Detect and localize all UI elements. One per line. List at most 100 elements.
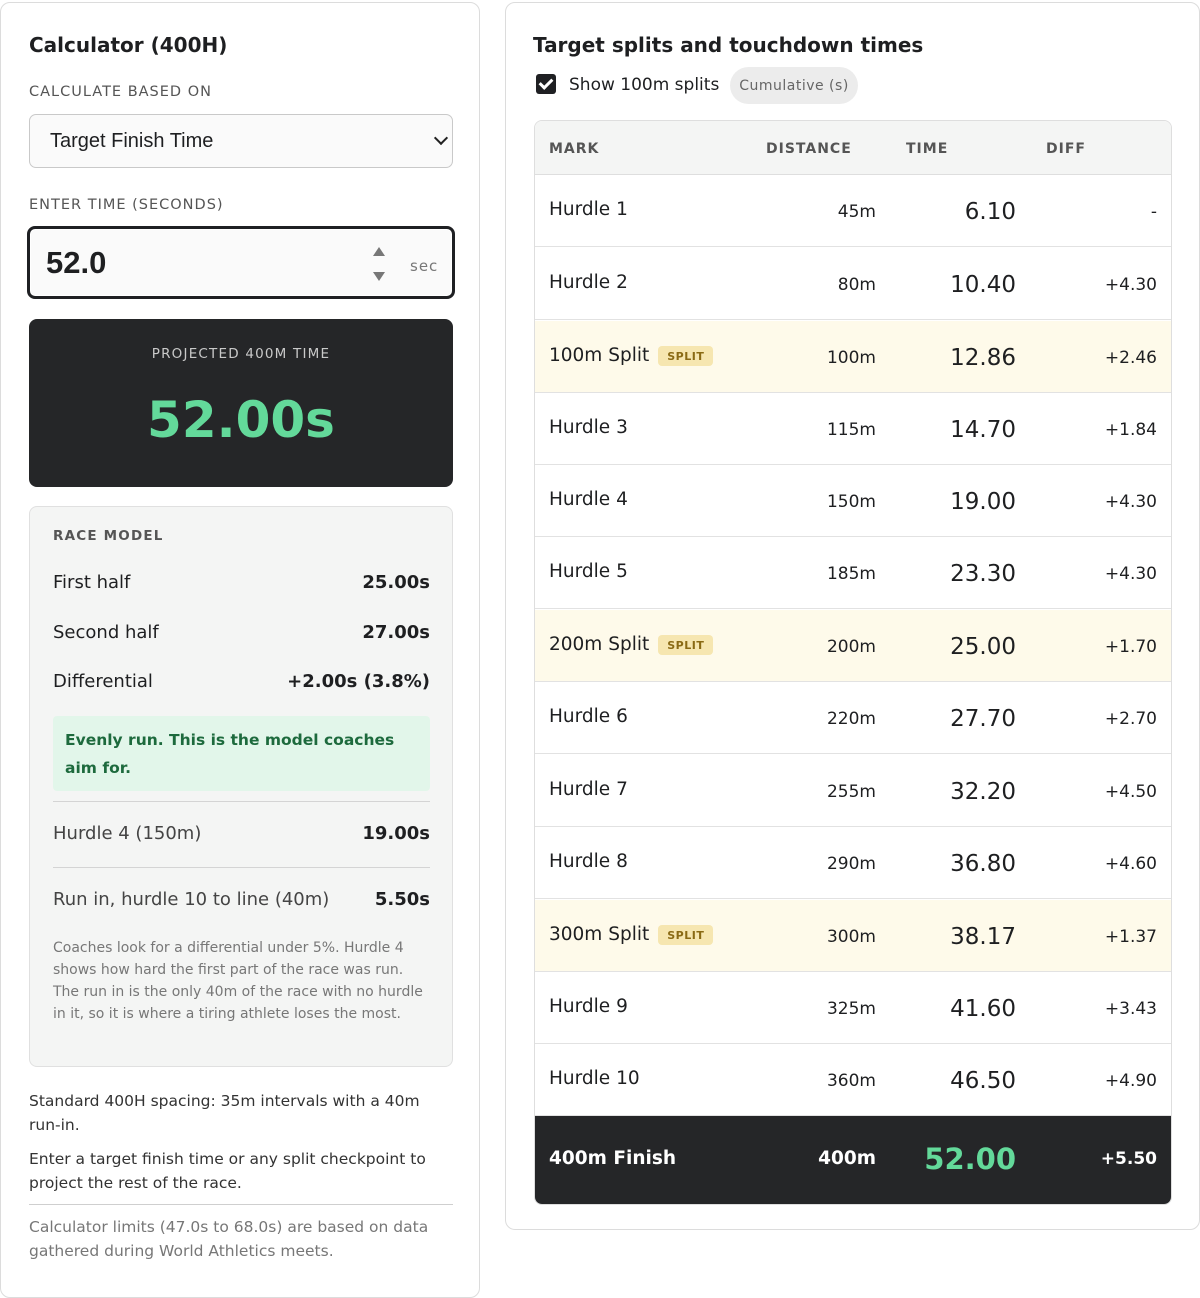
table-row: Hurdle 8 290m 36.80 +4.60 [535, 827, 1171, 899]
calculator-panel: Calculator (400H) CALCULATE BASED ON Tar… [0, 2, 480, 1298]
first-half-label: First half [53, 572, 131, 593]
row-distance: 300m [826, 927, 876, 947]
row-diff: +3.43 [1104, 999, 1157, 1019]
row-mark: Hurdle 10 [549, 1068, 640, 1089]
row-mark: Hurdle 1 [549, 199, 628, 220]
row-distance: 360m [826, 1071, 876, 1091]
runin-value: 5.50s [374, 889, 430, 910]
row-mark-label: Hurdle 9 [549, 996, 628, 1017]
row-mark-label: Hurdle 8 [549, 851, 628, 872]
table-row: Hurdle 10 360m 46.50 +4.90 [535, 1044, 1171, 1116]
row-time: 46.50 [950, 1068, 1016, 1094]
chevron-down-icon [433, 130, 449, 146]
table-row: Hurdle 1 45m 6.10 - [535, 175, 1171, 247]
time-input[interactable]: 52.0 sec [27, 226, 455, 299]
runin-row: Run in, hurdle 10 to line (40m) 5.50s [53, 889, 430, 910]
row-mark: 100m Split SPLIT [549, 345, 714, 366]
projected-value: 52.00s [147, 391, 335, 449]
based-on-value: Target Finish Time [50, 129, 214, 152]
row-distance: 220m [826, 709, 876, 729]
row-distance: 325m [826, 999, 876, 1019]
finish-diff: +5.50 [1100, 1149, 1157, 1169]
row-mark: Hurdle 6 [549, 706, 628, 727]
row-diff: +4.50 [1104, 782, 1157, 802]
time-label: ENTER TIME (SECONDS) [29, 197, 224, 213]
stepper-down-icon[interactable] [373, 272, 385, 281]
first-half-value: 25.00s [362, 572, 430, 593]
second-half-value: 27.00s [362, 622, 430, 643]
limits-note: Calculator limits (47.0s to 68.0s) are b… [29, 1218, 429, 1260]
row-distance: 45m [837, 202, 876, 222]
show-splits-label[interactable]: Show 100m splits [569, 75, 719, 95]
stepper-up-icon[interactable] [373, 247, 385, 256]
row-mark-label: Hurdle 10 [549, 1068, 640, 1089]
row-mark: Hurdle 7 [549, 779, 628, 800]
row-diff: +2.46 [1104, 348, 1157, 368]
runin-label: Run in, hurdle 10 to line (40m) [53, 889, 330, 910]
row-time: 36.80 [950, 851, 1016, 877]
table-row: Hurdle 4 150m 19.00 +4.30 [535, 465, 1171, 537]
divider [53, 867, 430, 868]
first-half-row: First half 25.00s [53, 572, 430, 593]
row-diff: +1.70 [1104, 637, 1157, 657]
row-diff: - [1150, 202, 1157, 222]
projected-time-card: PROJECTED 400M TIME 52.00s [29, 319, 453, 487]
calculator-title: Calculator (400H) [29, 33, 228, 57]
spacing-note: Standard 400H spacing: 35m intervals wit… [29, 1092, 420, 1134]
row-time: 12.86 [950, 345, 1016, 371]
row-mark: Hurdle 8 [549, 851, 628, 872]
split-badge: SPLIT [658, 634, 714, 655]
row-distance: 185m [826, 564, 876, 584]
table-row: Hurdle 9 325m 41.60 +3.43 [535, 972, 1171, 1044]
row-distance: 255m [826, 782, 876, 802]
row-diff: +4.30 [1104, 492, 1157, 512]
row-mark: 300m Split SPLIT [549, 924, 714, 945]
row-time: 25.00 [950, 634, 1016, 660]
table-row: Hurdle 2 80m 10.40 +4.30 [535, 248, 1171, 320]
row-time: 38.17 [950, 924, 1016, 950]
col-distance: DISTANCE [766, 141, 852, 157]
row-time: 27.70 [950, 706, 1016, 732]
second-half-label: Second half [53, 622, 159, 643]
row-distance: 80m [837, 275, 876, 295]
splits-panel: Target splits and touchdown times Show 1… [505, 2, 1200, 1230]
differential-label: Differential [53, 671, 153, 692]
row-mark: Hurdle 4 [549, 489, 628, 510]
based-on-select[interactable]: Target Finish Time [29, 114, 453, 168]
row-time: 41.60 [950, 996, 1016, 1022]
divider [53, 801, 430, 802]
splits-title: Target splits and touchdown times [533, 33, 924, 57]
row-distance: 100m [826, 348, 876, 368]
show-splits-checkbox[interactable] [536, 74, 556, 94]
row-time: 19.00 [950, 489, 1016, 515]
second-half-row: Second half 27.00s [53, 622, 430, 643]
finish-row: 400m Finish 400m 52.00 +5.50 [535, 1116, 1171, 1204]
row-mark-label: Hurdle 2 [549, 272, 628, 293]
row-mark-label: Hurdle 7 [549, 779, 628, 800]
row-distance: 290m [826, 854, 876, 874]
row-diff: +1.84 [1104, 420, 1157, 440]
differential-row: Differential +2.00s (3.8%) [53, 671, 430, 692]
row-mark-label: 300m Split [549, 924, 650, 945]
row-mark: Hurdle 3 [549, 417, 628, 438]
divider [29, 1204, 453, 1205]
time-stepper[interactable] [372, 247, 386, 281]
row-mark-label: Hurdle 4 [549, 489, 628, 510]
table-row: 300m Split SPLIT 300m 38.17 +1.37 [535, 900, 1171, 972]
split-badge: SPLIT [658, 924, 714, 945]
table-row: Hurdle 7 255m 32.20 +4.50 [535, 755, 1171, 827]
table-row: Hurdle 6 220m 27.70 +2.70 [535, 682, 1171, 754]
model-explanation: Coaches look for a differential under 5%… [53, 940, 423, 1022]
mode-pill[interactable]: Cumulative (s) [730, 67, 858, 104]
col-time: TIME [906, 141, 949, 157]
hurdle4-value: 19.00s [362, 823, 430, 844]
based-on-label: CALCULATE BASED ON [29, 84, 212, 100]
row-mark-label: 200m Split [549, 634, 650, 655]
row-diff: +1.37 [1104, 927, 1157, 947]
row-distance: 115m [826, 420, 876, 440]
splits-table: MARK DISTANCE TIME DIFF Hurdle 1 45m 6.10 -… [534, 120, 1172, 1205]
finish-distance: 400m [818, 1148, 876, 1169]
row-time: 32.20 [950, 779, 1016, 805]
finish-mark: 400m Finish [549, 1148, 677, 1169]
time-unit: sec [410, 257, 439, 275]
